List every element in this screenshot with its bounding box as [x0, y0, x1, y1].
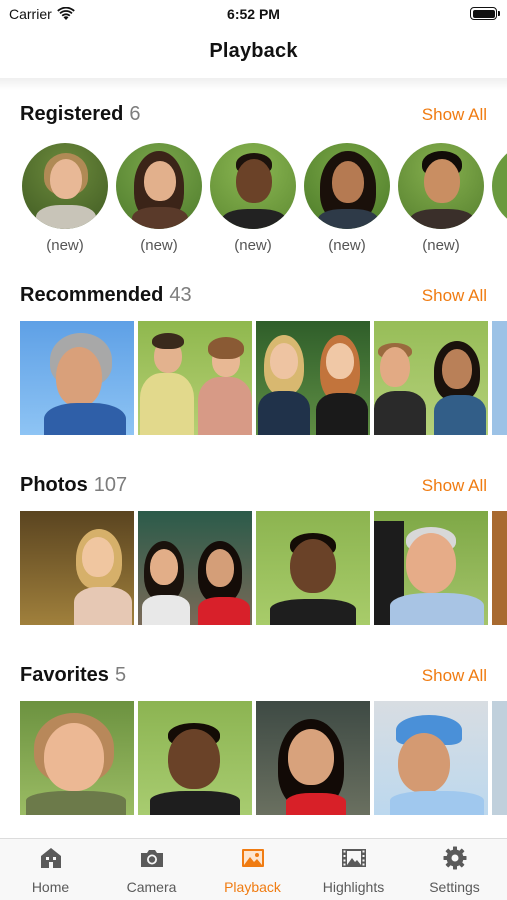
face-label: (new)	[422, 237, 460, 254]
tab-label: Settings	[429, 879, 480, 895]
recommended-section: Recommended 43 Show All	[0, 284, 507, 444]
photos-title: Photos	[20, 474, 88, 496]
face-avatar[interactable]	[492, 143, 507, 229]
face-label: (new)	[140, 237, 178, 254]
status-bar: Carrier 6:52 PM	[0, 0, 507, 30]
face-label: (new)	[46, 237, 84, 254]
tab-camera[interactable]: Camera	[101, 845, 202, 895]
section-title: Photos 107	[20, 474, 127, 497]
tab-highlights[interactable]: Highlights	[303, 845, 404, 895]
photos-row[interactable]	[0, 511, 507, 626]
navigation-bar: Playback	[0, 30, 507, 78]
favorites-section: Favorites 5 Show All	[0, 664, 507, 834]
photo-thumbnail[interactable]	[138, 321, 252, 435]
registered-face-item[interactable]: (new)	[21, 143, 109, 254]
registered-faces-row[interactable]: (new) (new) (new) (new) (new)	[0, 143, 507, 263]
photo-thumbnail[interactable]	[492, 321, 507, 435]
battery-icon	[470, 7, 500, 20]
registered-face-item[interactable]: (new)	[397, 143, 485, 254]
content-scroll-area[interactable]: Registered 6 Show All (new) (new) (new) …	[0, 90, 507, 838]
favorites-show-all-button[interactable]: Show All	[422, 666, 487, 686]
face-avatar[interactable]	[398, 143, 484, 229]
favorites-row[interactable]	[0, 701, 507, 816]
status-time: 6:52 PM	[227, 6, 280, 22]
registered-count: 6	[129, 103, 141, 125]
recommended-show-all-button[interactable]: Show All	[422, 286, 487, 306]
photos-count: 107	[93, 474, 128, 496]
tab-label: Playback	[224, 879, 281, 895]
registered-show-all-button[interactable]: Show All	[422, 105, 487, 125]
home-icon	[40, 848, 61, 868]
photo-thumbnail[interactable]	[256, 701, 370, 815]
photo-thumbnail[interactable]	[374, 511, 488, 625]
registered-face-item[interactable]	[491, 143, 507, 229]
face-label: (new)	[234, 237, 272, 254]
page-title: Playback	[209, 40, 298, 62]
tab-playback[interactable]: Playback	[202, 845, 303, 895]
tab-bar: Home Camera Playback Highlights Settings	[0, 838, 507, 900]
tab-label: Home	[31, 879, 70, 895]
section-header: Registered 6 Show All	[0, 103, 507, 131]
section-header: Photos 107 Show All	[0, 474, 507, 502]
photo-thumbnail[interactable]	[256, 511, 370, 625]
face-avatar[interactable]	[116, 143, 202, 229]
recommended-title: Recommended	[20, 284, 164, 306]
photos-show-all-button[interactable]: Show All	[422, 476, 487, 496]
face-avatar[interactable]	[22, 143, 108, 229]
photo-thumbnail[interactable]	[20, 701, 134, 815]
photo-thumbnail[interactable]	[138, 511, 252, 625]
tab-label: Highlights	[322, 879, 385, 895]
section-header: Favorites 5 Show All	[0, 664, 507, 692]
section-header: Recommended 43 Show All	[0, 284, 507, 312]
favorites-count: 5	[114, 664, 127, 686]
photo-thumbnail[interactable]	[138, 701, 252, 815]
photo-thumbnail[interactable]	[492, 511, 507, 625]
nav-divider	[0, 78, 507, 90]
photos-section: Photos 107 Show All	[0, 474, 507, 634]
photo-thumbnail[interactable]	[20, 511, 134, 625]
photo-thumbnail[interactable]	[374, 701, 488, 815]
recommended-count: 43	[169, 284, 192, 306]
photo-thumbnail[interactable]	[374, 321, 488, 435]
face-avatar[interactable]	[210, 143, 296, 229]
tab-home[interactable]: Home	[0, 845, 101, 895]
registered-face-item[interactable]: (new)	[303, 143, 391, 254]
photo-icon	[241, 849, 264, 867]
camera-icon	[140, 850, 163, 867]
favorites-title: Favorites	[20, 664, 109, 686]
registered-face-item[interactable]: (new)	[209, 143, 297, 254]
section-title: Recommended 43	[20, 284, 192, 307]
face-avatar[interactable]	[304, 143, 390, 229]
recommended-photos-row[interactable]	[0, 321, 507, 436]
photo-thumbnail[interactable]	[492, 701, 507, 815]
registered-title: Registered	[20, 103, 124, 125]
tab-settings[interactable]: Settings	[404, 845, 505, 895]
section-title: Registered 6	[20, 103, 141, 126]
registered-section: Registered 6 Show All (new) (new) (new) …	[0, 103, 507, 273]
tab-label: Camera	[126, 879, 177, 895]
photo-thumbnail[interactable]	[256, 321, 370, 435]
section-title: Favorites 5	[20, 664, 126, 687]
photo-thumbnail[interactable]	[20, 321, 134, 435]
film-icon	[341, 849, 366, 867]
gear-icon	[443, 846, 466, 870]
face-label: (new)	[328, 237, 366, 254]
registered-face-item[interactable]: (new)	[115, 143, 203, 254]
